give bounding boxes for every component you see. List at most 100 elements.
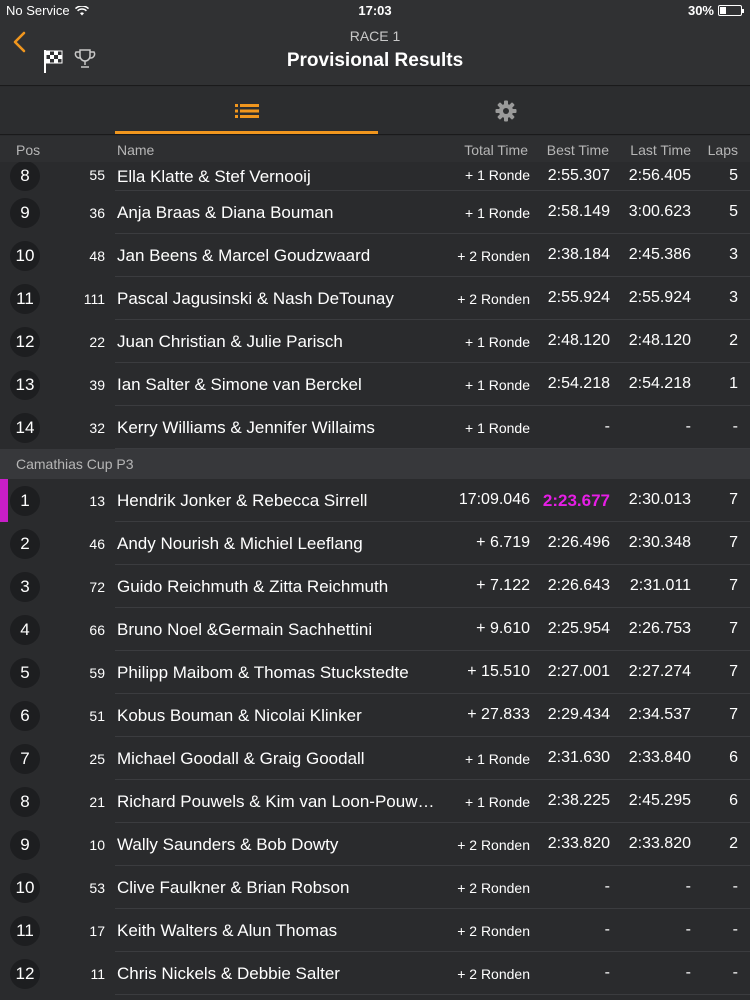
- laps-count: 7: [729, 706, 738, 723]
- car-number: 66: [89, 622, 105, 638]
- last-time: 2:48.120: [628, 332, 691, 349]
- car-number: 21: [89, 794, 105, 810]
- result-row[interactable]: 7 25 Michael Goodall & Graig Goodall + 1 Ro…: [0, 737, 750, 780]
- column-header: Pos Name Total Time Best Time Last Time …: [0, 136, 750, 162]
- total-time: + 1 Ronde: [465, 420, 530, 436]
- best-time: 2:31.630: [547, 749, 610, 766]
- position-badge: 4: [10, 615, 40, 645]
- car-number: 59: [89, 665, 105, 681]
- column-last-time: Last Time: [630, 142, 691, 158]
- position-badge: 8: [10, 787, 40, 817]
- total-time: + 1 Ronde: [465, 167, 530, 183]
- result-row[interactable]: 10 48 Jan Beens & Marcel Goudzwaard + 2 Ron…: [0, 234, 750, 277]
- result-row[interactable]: 2 46 Andy Nourish & Michiel Leeflang + 6.71…: [0, 522, 750, 565]
- last-time: -: [685, 921, 691, 938]
- best-time: 2:38.225: [547, 792, 610, 809]
- result-row[interactable]: 11 111 Pascal Jagusinski & Nash DeTounay + …: [0, 277, 750, 320]
- laps-count: 7: [729, 534, 738, 551]
- car-number: 10: [89, 837, 105, 853]
- car-number: 17: [89, 923, 105, 939]
- result-row[interactable]: 13 39 Ian Salter & Simone van Berckel + 1 R…: [0, 363, 750, 406]
- last-time: 2:30.348: [628, 534, 691, 551]
- result-row[interactable]: 6 51 Kobus Bouman & Nicolai Klinker + 27.83…: [0, 694, 750, 737]
- list-icon: [234, 103, 259, 118]
- result-row[interactable]: 9 10 Wally Saunders & Bob Dowty + 2 Ronden 2…: [0, 823, 750, 866]
- best-time: -: [604, 964, 610, 981]
- driver-names: Kobus Bouman & Nicolai Klinker: [117, 706, 362, 725]
- last-time: 2:54.218: [628, 375, 691, 392]
- best-time: 2:54.218: [547, 375, 610, 392]
- result-row[interactable]: 8 21 Richard Pouwels & Kim van Loon-Pouw… +…: [0, 780, 750, 823]
- position-badge: 3: [10, 572, 40, 602]
- best-time: 2:25.954: [547, 620, 610, 637]
- tab-settings[interactable]: [378, 87, 634, 134]
- position-badge: 10: [10, 873, 40, 903]
- car-number: 39: [89, 377, 105, 393]
- driver-names: Guido Reichmuth & Zitta Reichmuth: [117, 577, 389, 596]
- total-time: + 2 Ronden: [457, 923, 530, 939]
- best-time: -: [604, 418, 610, 435]
- result-row[interactable]: 12 22 Juan Christian & Julie Parisch + 1 Ro…: [0, 320, 750, 363]
- view-tabs: [0, 87, 750, 135]
- position-badge: 14: [10, 413, 40, 443]
- result-row[interactable]: 4 66 Bruno Noel &Germain Sachhettini + 9.61…: [0, 608, 750, 651]
- last-time: 2:45.386: [628, 246, 691, 263]
- result-row[interactable]: 12 11 Chris Nickels & Debbie Salter + 2 Ron…: [0, 952, 750, 995]
- tab-results-list[interactable]: [115, 87, 378, 134]
- last-time: -: [685, 964, 691, 981]
- car-number: 48: [89, 248, 105, 264]
- battery-fill: [720, 7, 726, 14]
- section-label: Camathias Cup P3: [16, 456, 134, 472]
- position-badge: 12: [10, 959, 40, 989]
- result-row[interactable]: 5 59 Philipp Maibom & Thomas Stuckstedte + …: [0, 651, 750, 694]
- laps-count: -: [732, 878, 738, 895]
- navigation-bar: RACE 1 Provisional Results: [0, 20, 750, 86]
- total-time: + 1 Ronde: [465, 377, 530, 393]
- results-list[interactable]: 8 55 Ella Klatte & Stef Vernooij + 1 Ronde 2…: [0, 162, 750, 995]
- total-time: + 6.719: [476, 534, 530, 551]
- car-number: 32: [89, 420, 105, 436]
- last-time: 2:56.405: [628, 167, 691, 184]
- result-row[interactable]: 1 13 Hendrik Jonker & Rebecca Sirrell 17:09…: [0, 479, 750, 522]
- position-badge: 8: [10, 162, 40, 191]
- battery-icon: [718, 5, 744, 16]
- laps-count: 7: [729, 491, 738, 508]
- page-title: Provisional Results: [286, 50, 464, 71]
- best-time: 2:33.820: [547, 835, 610, 852]
- result-row[interactable]: 11 17 Keith Walters & Alun Thomas + 2 Ronde…: [0, 909, 750, 952]
- leader-marker: [0, 479, 8, 522]
- position-badge: 11: [10, 916, 40, 946]
- column-laps: Laps: [707, 142, 738, 158]
- column-total-time: Total Time: [464, 142, 528, 158]
- laps-count: 1: [729, 375, 738, 392]
- position-badge: 1: [10, 486, 40, 516]
- laps-count: 7: [729, 620, 738, 637]
- result-row[interactable]: 8 55 Ella Klatte & Stef Vernooij + 1 Ronde 2…: [0, 162, 750, 191]
- driver-names: Philipp Maibom & Thomas Stuckstedte: [117, 663, 409, 682]
- laps-count: -: [732, 418, 738, 435]
- result-row[interactable]: 10 53 Clive Faulkner & Brian Robson + 2 Ron…: [0, 866, 750, 909]
- position-badge: 9: [10, 198, 40, 228]
- position-badge: 2: [10, 529, 40, 559]
- total-time: + 2 Ronden: [457, 248, 530, 264]
- driver-names: Ian Salter & Simone van Berckel: [117, 375, 362, 394]
- laps-count: 2: [729, 332, 738, 349]
- last-time: 2:33.820: [628, 835, 691, 852]
- result-row[interactable]: 14 32 Kerry Williams & Jennifer Willaims + …: [0, 406, 750, 449]
- total-time: + 1 Ronde: [465, 205, 530, 221]
- position-badge: 10: [10, 241, 40, 271]
- driver-names: Andy Nourish & Michiel Leeflang: [117, 534, 363, 553]
- car-number: 36: [89, 205, 105, 221]
- last-time: 2:34.537: [628, 706, 691, 723]
- result-row[interactable]: 3 72 Guido Reichmuth & Zitta Reichmuth + 7.…: [0, 565, 750, 608]
- driver-names: Keith Walters & Alun Thomas: [117, 921, 338, 940]
- laps-count: 2: [729, 835, 738, 852]
- result-row[interactable]: 9 36 Anja Braas & Diana Bouman + 1 Ronde 2:5…: [0, 191, 750, 234]
- total-time: + 1 Ronde: [465, 794, 530, 810]
- position-badge: 5: [10, 658, 40, 688]
- battery-percent: 30%: [687, 3, 714, 18]
- laps-count: 7: [729, 577, 738, 594]
- last-time: 2:45.295: [628, 792, 691, 809]
- last-time: 2:55.924: [628, 289, 691, 306]
- best-time: 2:38.184: [547, 246, 610, 263]
